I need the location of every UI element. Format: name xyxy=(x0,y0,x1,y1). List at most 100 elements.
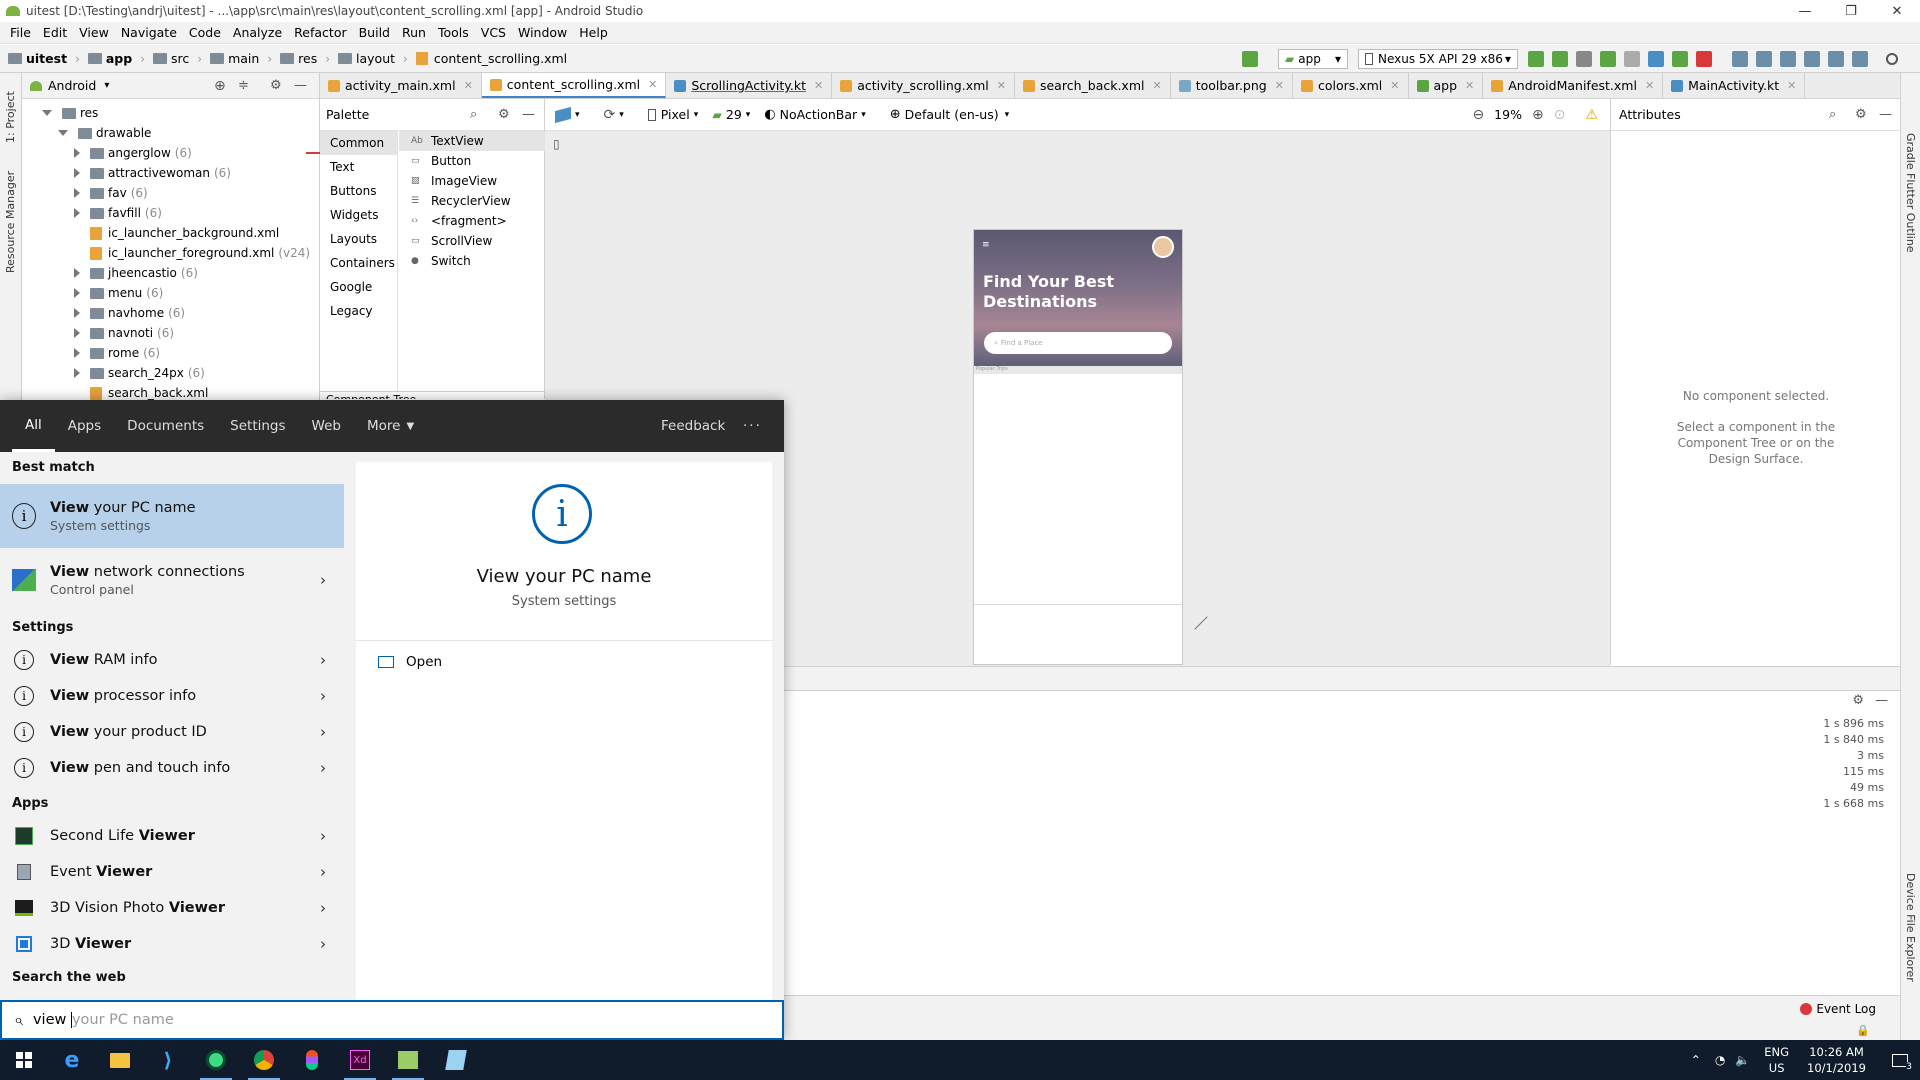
expand-arrow-open-icon[interactable] xyxy=(58,130,68,136)
splitter[interactable] xyxy=(784,666,1900,690)
palette-item[interactable]: ▭ Button xyxy=(399,151,545,171)
menu-vcs[interactable]: VCS xyxy=(481,25,506,40)
menu-refactor[interactable]: Refactor xyxy=(294,25,346,40)
taskbar-figma[interactable] xyxy=(288,1040,336,1080)
expand-arrow-icon[interactable] xyxy=(74,208,80,218)
attach-debugger-icon[interactable] xyxy=(1672,51,1688,67)
expand-arrow-icon[interactable] xyxy=(74,168,80,178)
palette-item[interactable]: ▭ ScrollView xyxy=(399,231,545,251)
tree-folder-item[interactable]: navhome (6) xyxy=(74,303,185,323)
feedback-button[interactable]: Feedback xyxy=(648,400,738,452)
palette-item[interactable]: ‹› <fragment> xyxy=(399,211,545,231)
gear-icon[interactable]: ⚙ xyxy=(1855,107,1867,122)
menu-edit[interactable]: Edit xyxy=(43,25,67,40)
taskbar-android-studio[interactable] xyxy=(192,1040,240,1080)
zoom-fit-icon[interactable]: ⊙ xyxy=(1554,107,1566,123)
menu-help[interactable]: Help xyxy=(579,25,608,40)
flutter-outline-tool-button[interactable]: Flutter Outline xyxy=(1904,173,1917,253)
close-tab-icon[interactable]: ✕ xyxy=(1787,79,1796,92)
palette-item[interactable]: ▨ ImageView xyxy=(399,171,545,191)
tree-folder-item[interactable]: search_24px (6) xyxy=(74,363,205,383)
sdk-manager-icon[interactable] xyxy=(1756,51,1772,67)
open-action[interactable]: Open xyxy=(378,654,442,670)
language-indicator[interactable]: ENG US xyxy=(1764,1044,1789,1076)
api-dropdown[interactable]: ▰ 29 ▾ xyxy=(712,107,750,122)
expand-arrow-icon[interactable] xyxy=(74,188,80,198)
more-options-icon[interactable]: ··· xyxy=(730,400,775,452)
chevron-right-icon[interactable]: › xyxy=(320,827,326,845)
chevron-right-icon[interactable]: › xyxy=(320,651,326,669)
hammer-icon[interactable] xyxy=(1242,51,1258,67)
close-tab-icon[interactable]: ✕ xyxy=(1465,79,1474,92)
tree-folder-item[interactable]: drawable xyxy=(58,123,151,143)
palette-category[interactable]: Legacy xyxy=(320,299,397,323)
editor-tab[interactable]: activity_scrolling.xml ✕ xyxy=(832,73,1015,98)
tree-folder-item[interactable]: navnoti (6) xyxy=(74,323,174,343)
locale-dropdown[interactable]: ⊕ Default (en-us) ▾ xyxy=(890,107,1009,122)
search-icon[interactable]: ⌕ xyxy=(1829,107,1836,122)
result-processor-info[interactable]: i View processor info › xyxy=(0,678,344,714)
device-dropdown[interactable]: Pixel ▾ xyxy=(647,107,698,122)
restore-button[interactable]: ❐ xyxy=(1828,0,1874,22)
minimize-button[interactable]: — xyxy=(1782,0,1828,22)
expand-arrow-icon[interactable] xyxy=(74,308,80,318)
expand-arrow-open-icon[interactable] xyxy=(42,110,52,116)
menu-navigate[interactable]: Navigate xyxy=(121,25,177,40)
tab-web[interactable]: Web xyxy=(299,400,354,452)
breadcrumb-src[interactable]: src xyxy=(153,51,189,66)
volume-icon[interactable]: 🔈 xyxy=(1735,1053,1750,1067)
editor-tab[interactable]: toolbar.png ✕ xyxy=(1171,73,1293,98)
sync-icon[interactable] xyxy=(1780,51,1796,67)
run-config-dropdown[interactable]: ▰ app ▾ xyxy=(1278,49,1348,69)
palette-item[interactable]: ● Switch xyxy=(399,251,545,271)
tree-folder-item[interactable]: rome (6) xyxy=(74,343,160,363)
chevron-right-icon[interactable]: › xyxy=(320,571,326,589)
expand-arrow-icon[interactable] xyxy=(74,328,80,338)
editor-tab[interactable]: colors.xml ✕ xyxy=(1293,73,1409,98)
attach-icon[interactable] xyxy=(1624,51,1640,67)
taskbar-edge[interactable]: e xyxy=(48,1040,96,1080)
palette-category[interactable]: Common xyxy=(320,131,397,155)
taskbar-file-explorer[interactable] xyxy=(96,1040,144,1080)
chevron-right-icon[interactable]: › xyxy=(320,687,326,705)
close-tab-icon[interactable]: ✕ xyxy=(1645,79,1654,92)
taskbar-adobe-xd[interactable]: Xd xyxy=(336,1040,384,1080)
tree-folder-item[interactable]: favfill (6) xyxy=(74,203,162,223)
gradle-tool-button[interactable]: Gradle xyxy=(1904,133,1917,170)
tree-folder-item[interactable]: jheencastio (6) xyxy=(74,263,198,283)
menu-file[interactable]: File xyxy=(10,25,31,40)
menu-analyze[interactable]: Analyze xyxy=(233,25,282,40)
start-button[interactable] xyxy=(0,1040,48,1080)
debug-icon[interactable] xyxy=(1600,51,1616,67)
hide-panel-icon[interactable]: — xyxy=(522,107,535,122)
close-tab-icon[interactable]: ✕ xyxy=(997,79,1006,92)
taskbar-notepad[interactable] xyxy=(432,1040,480,1080)
apply-code-icon[interactable] xyxy=(1552,51,1568,67)
menu-window[interactable]: Window xyxy=(518,25,567,40)
tab-documents[interactable]: Documents xyxy=(114,400,217,452)
device-file-explorer-tool-button[interactable]: Device File Explorer xyxy=(1904,873,1917,982)
expand-arrow-icon[interactable] xyxy=(74,368,80,378)
breadcrumb-layout[interactable]: layout xyxy=(338,51,395,66)
breadcrumb-uitest[interactable]: uitest xyxy=(8,51,67,66)
result-ram-info[interactable]: i View RAM info › xyxy=(0,642,344,678)
palette-category[interactable]: Text xyxy=(320,155,397,179)
menu-view[interactable]: View xyxy=(79,25,109,40)
project-tool-button[interactable]: 1: Project xyxy=(4,91,17,143)
gear-icon[interactable]: ⚙ xyxy=(498,107,510,122)
zoom-out-icon[interactable]: ⊖ xyxy=(1472,107,1484,123)
project-structure-icon[interactable] xyxy=(1732,51,1748,67)
warning-icon[interactable]: ⚠ xyxy=(1585,107,1598,123)
chevron-up-icon[interactable]: ⌃ xyxy=(1691,1053,1701,1067)
tree-folder-item[interactable]: angerglow (6) xyxy=(74,143,192,163)
project-view-dropdown[interactable]: Android xyxy=(48,78,96,93)
editor-tab[interactable]: activity_main.xml ✕ xyxy=(320,73,482,98)
tab-more[interactable]: More ▼ xyxy=(354,400,427,452)
breadcrumb-res[interactable]: res xyxy=(280,51,317,66)
zoom-in-icon[interactable]: ⊕ xyxy=(1532,107,1544,123)
resource-manager-tool-button[interactable]: Resource Manager xyxy=(4,171,17,273)
sdk-icon[interactable] xyxy=(1852,51,1868,67)
result-view-pc-name[interactable]: i View your PC name System settings xyxy=(0,484,344,548)
tab-settings[interactable]: Settings xyxy=(217,400,298,452)
taskbar-vscode[interactable]: ⟩ xyxy=(144,1040,192,1080)
